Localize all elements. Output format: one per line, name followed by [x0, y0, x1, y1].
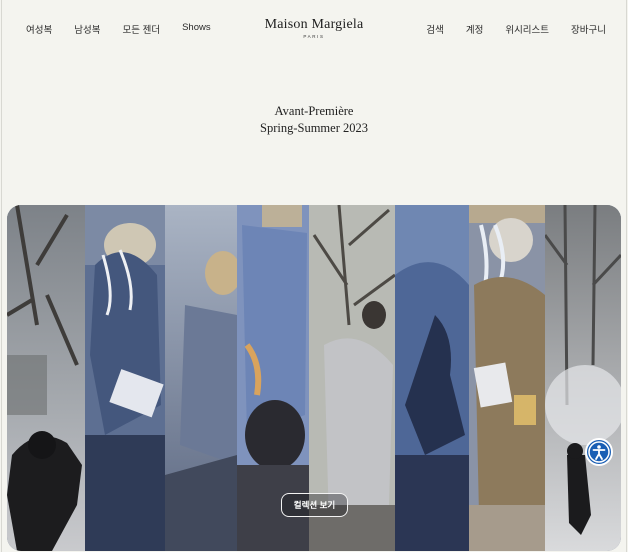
- top-navigation: 여성복 남성복 모든 젠더 Shows Maison Margiela PARI…: [0, 0, 628, 58]
- accessibility-button[interactable]: [585, 438, 613, 466]
- headline-title: Avant-Première: [274, 104, 354, 118]
- nav-right: 검색 계정 위시리스트 장바구니: [404, 22, 606, 36]
- hero-panel-2: [85, 205, 165, 551]
- hero-panel-7: [469, 205, 545, 551]
- hero-panel-6-art: [395, 205, 469, 551]
- headline-season: Spring-Summer 2023: [260, 121, 368, 135]
- hero-panel-6: [395, 205, 469, 551]
- nav-wishlist[interactable]: 위시리스트: [505, 22, 549, 36]
- view-collection-button[interactable]: 컬렉션 보기: [281, 493, 348, 517]
- accessibility-icon: [588, 441, 610, 463]
- hero-panel-7-art: [469, 205, 545, 551]
- hero-panel-3-art: [165, 205, 237, 551]
- collection-headline: Avant-Première Spring-Summer 2023: [0, 103, 628, 137]
- hero-panel-2-art: [85, 205, 165, 551]
- hero-panel-1: [7, 205, 85, 551]
- hero-image[interactable]: 컬렉션 보기: [7, 205, 621, 551]
- hero-panel-3: [165, 205, 237, 551]
- hero-panel-8-art: [545, 205, 621, 551]
- hero-panel-8: [545, 205, 621, 551]
- nav-search[interactable]: 검색: [426, 22, 443, 36]
- nav-cart[interactable]: 장바구니: [571, 22, 606, 36]
- hero-panel-1-art: [7, 205, 85, 551]
- nav-account[interactable]: 계정: [466, 22, 483, 36]
